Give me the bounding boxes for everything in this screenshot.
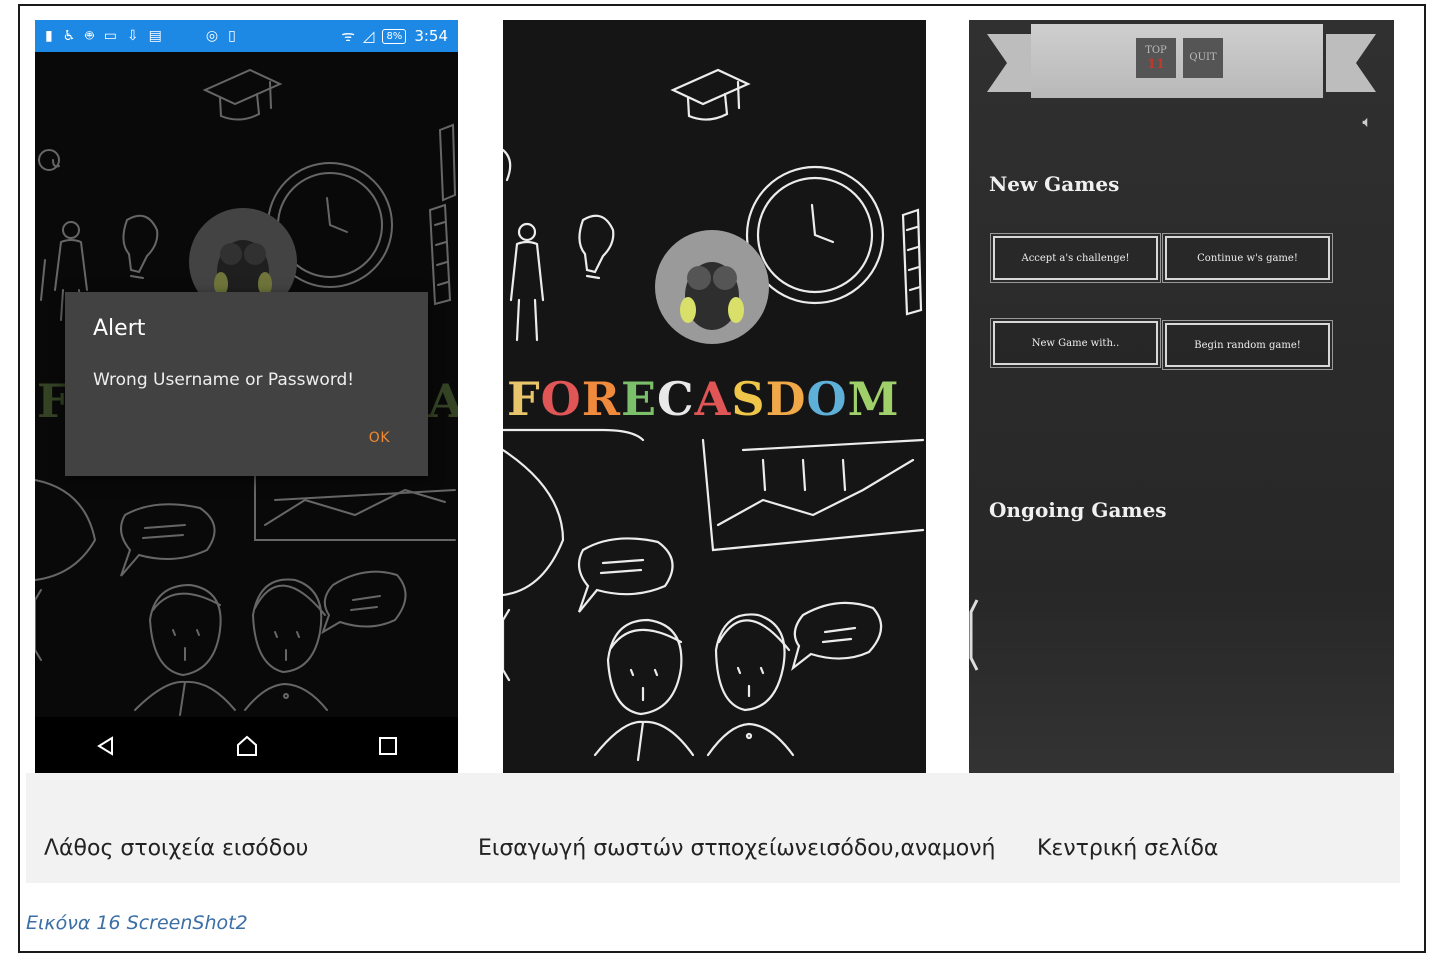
notification-icons: ▮ ♿ 🤖︎ ▭ ⇩ ▤ ◎ ▯ <box>45 26 341 46</box>
logo-letter: E <box>620 372 658 426</box>
accessibility-icon: ♿ <box>62 28 76 44</box>
logo-letter: D <box>765 372 807 426</box>
home-icon[interactable] <box>227 726 267 766</box>
alert-title: Alert <box>93 316 146 341</box>
back-icon[interactable] <box>86 726 126 766</box>
logo-letter: M <box>847 372 900 426</box>
android-nav-bar <box>35 717 458 774</box>
signal-icon: ◿ <box>362 27 375 45</box>
recents-icon[interactable] <box>368 726 408 766</box>
owl-logo <box>655 230 769 344</box>
alert-dialog: Alert Wrong Username or Password! OK <box>65 292 428 476</box>
image-icon: ▭ <box>103 28 117 44</box>
screen-splash: FORECASDOM <box>503 20 926 774</box>
top-banner: TOP 11 QUIT <box>1031 24 1323 98</box>
speaker-icon[interactable]: 🔈︎ <box>1362 112 1372 132</box>
app-logo-text: FORECASDOM <box>507 372 900 426</box>
logo-letter: R <box>581 372 621 426</box>
banner-ribbon-right <box>1326 34 1376 92</box>
quit-button[interactable]: QUIT <box>1183 38 1223 78</box>
logo-letter: F <box>507 372 541 426</box>
status-time: 3:54 <box>414 27 448 45</box>
phone-icon: ▯ <box>228 28 236 44</box>
logo-letter: C <box>657 372 695 426</box>
caption-band <box>26 773 1400 883</box>
logo-letter: O <box>806 372 848 426</box>
battery-indicator: 8% <box>382 28 407 44</box>
new-game-with-button[interactable]: New Game with.. <box>990 318 1161 368</box>
wifi-icon: ᯤ <box>341 27 355 45</box>
clipboard-icon: ▤ <box>148 28 162 44</box>
caption-main-page: Κεντρική σελίδα <box>1037 836 1219 861</box>
status-bar: ▮ ♿ 🤖︎ ▭ ⇩ ▤ ◎ ▯ ᯤ ◿ 8% 3:54 <box>35 20 458 52</box>
banner-ribbon-left <box>987 34 1037 92</box>
screen-main-page: TOP 11 QUIT 🔈︎ New Games Accept a's chal… <box>969 20 1394 774</box>
random-game-button[interactable]: Begin random game! <box>1162 320 1333 370</box>
top-button-number: 11 <box>1146 57 1166 72</box>
top-button[interactable]: TOP 11 <box>1136 38 1176 78</box>
side-handle <box>969 599 979 671</box>
alert-ok-button[interactable]: OK <box>369 430 390 446</box>
caption-login-error: Λάθος στοιχεία εισόδου <box>44 836 309 861</box>
download-icon: ⇩ <box>126 28 139 44</box>
top-button-label: TOP <box>1145 45 1167 56</box>
accept-challenge-button[interactable]: Accept a's challenge! <box>990 233 1161 283</box>
android-icon: 🤖︎ <box>85 28 94 44</box>
ongoing-games-title: Ongoing Games <box>989 498 1167 522</box>
screen-login-error: F A ▮ ♿ 🤖︎ ▭ ⇩ ▤ ◎ ▯ ᯤ ◿ 8% 3:54 Alert W… <box>35 20 458 774</box>
sync-icon: ◎ <box>205 28 219 44</box>
alert-message: Wrong Username or Password! <box>93 370 355 390</box>
logo-letter: S <box>731 372 766 426</box>
caption-splash: Εισαγωγή σωστών στποχείωνεισόδου,αναμονή <box>478 836 996 861</box>
logo-letter: A <box>694 372 732 426</box>
logo-letter: O <box>540 372 582 426</box>
new-games-title: New Games <box>989 172 1120 196</box>
sim-icon: ▮ <box>45 28 53 44</box>
continue-game-button[interactable]: Continue w's game! <box>1162 233 1333 283</box>
figure-label: Εικόνα 16 ScreenShot2 <box>26 912 248 934</box>
